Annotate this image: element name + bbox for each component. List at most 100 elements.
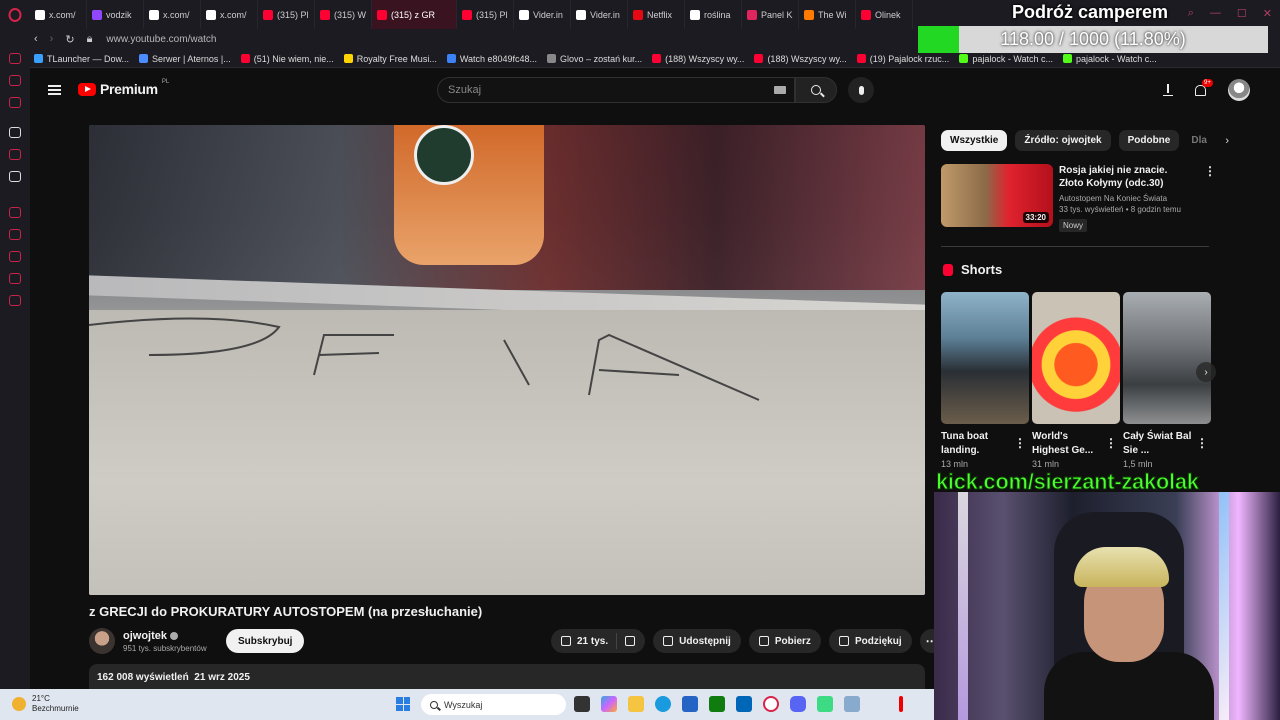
sidebar-player-icon[interactable] [9, 97, 21, 108]
weather-widget[interactable]: 21°C Bezchmurnie [12, 694, 79, 714]
filter-chip[interactable]: Źródło: ojwojtek [1015, 130, 1111, 151]
sidebar-messenger-icon[interactable] [9, 75, 21, 86]
shorts-next-icon[interactable]: › [1196, 362, 1216, 382]
windows-start-icon[interactable] [396, 697, 410, 711]
bookmark-item[interactable]: (51) Nie wiem, nie... [240, 54, 334, 64]
filter-chip[interactable]: Dla [1187, 130, 1209, 151]
back-icon[interactable]: ‹ [34, 33, 38, 46]
keyboard-icon[interactable] [774, 86, 786, 94]
red-app-icon[interactable] [899, 696, 903, 712]
bookmark-item[interactable]: (19) Pajalock rzuc... [856, 54, 949, 64]
minimize-icon[interactable]: — [1210, 7, 1221, 20]
browser-tab[interactable]: x.com/ [144, 0, 201, 29]
youtube-premium-logo[interactable]: Premium PL [78, 79, 169, 97]
short-item[interactable]: Cały Świat Bal Sie ... 1,5 mln ⋮ [1123, 292, 1211, 469]
reload-icon[interactable]: ↻ [65, 33, 74, 46]
bookmark-item[interactable]: (188) Wszyscy wy... [652, 54, 744, 64]
thumbs-down-icon[interactable] [625, 636, 636, 646]
browser-tab[interactable]: Panel K [742, 0, 799, 29]
filter-chip[interactable]: Podobne [1118, 130, 1180, 151]
download-button[interactable]: Pobierz [748, 629, 821, 653]
account-avatar[interactable] [1228, 79, 1250, 101]
file-explorer-icon[interactable] [628, 696, 644, 712]
recommended-menu-icon[interactable]: ⋮ [1204, 164, 1216, 230]
bookmark-item[interactable]: Glovo – zostań kur... [547, 54, 642, 64]
share-button[interactable]: Udostępnij [653, 629, 741, 653]
short-menu-icon[interactable]: ⋮ [1014, 436, 1026, 450]
browser-tab[interactable]: roślina [685, 0, 742, 29]
bookmark-item[interactable]: Watch e8049fc48... [446, 54, 537, 64]
like-count[interactable]: 21 tys. [577, 636, 608, 647]
browser-tab[interactable]: Vider.in [514, 0, 571, 29]
browser-tab[interactable]: vodzik [87, 0, 144, 29]
sidebar-history-icon[interactable] [9, 251, 21, 262]
short-thumbnail[interactable] [1032, 292, 1120, 424]
store-icon[interactable] [682, 696, 698, 712]
browser-tab[interactable]: (315) Pl [258, 0, 315, 29]
chips-next-icon[interactable]: › [1225, 135, 1229, 147]
maximize-icon[interactable]: ☐ [1237, 7, 1247, 20]
browser-tab[interactable]: Vider.in [571, 0, 628, 29]
thumbs-up-icon[interactable] [561, 636, 571, 646]
short-title[interactable]: Tuna boat landing. [941, 430, 1016, 458]
browser-tab[interactable]: The Wi [799, 0, 856, 29]
opera-gx-taskbar-icon[interactable] [763, 696, 779, 712]
recommended-thumbnail[interactable]: 33:20 [941, 164, 1053, 227]
close-icon[interactable]: ✕ [1263, 7, 1272, 20]
short-title[interactable]: World's Highest Ge... [1032, 430, 1107, 458]
vscode-icon[interactable] [736, 696, 752, 712]
browser-tab[interactable]: Olinek [856, 0, 913, 29]
filter-chip[interactable]: Wszystkie [941, 130, 1008, 151]
edge-icon[interactable] [655, 696, 671, 712]
url-field[interactable]: www.youtube.com/watch [106, 34, 216, 45]
browser-tab[interactable]: (315) W [315, 0, 372, 29]
sidebar-speed-dial-icon[interactable] [9, 53, 21, 64]
bookmark-item[interactable]: (188) Wszyscy wy... [754, 54, 847, 64]
search-input[interactable]: Szukaj [437, 77, 795, 103]
thanks-button[interactable]: Podziękuj [828, 629, 912, 653]
short-thumbnail[interactable] [941, 292, 1029, 424]
browser-tab[interactable]: (315) Pl [457, 0, 514, 29]
android-app-icon[interactable] [817, 696, 833, 712]
bookmark-item[interactable]: pajalock - Watch c... [1063, 54, 1157, 64]
discord-icon[interactable] [790, 696, 806, 712]
notifications-bell-icon[interactable]: 9+ [1195, 78, 1213, 96]
voice-search-button[interactable] [848, 77, 874, 103]
window-app-icon[interactable] [844, 696, 860, 712]
bookmark-item[interactable]: Serwer | Aternos |... [139, 54, 231, 64]
short-item[interactable]: World's Highest Ge... 31 mln ⋮ [1032, 292, 1120, 469]
sidebar-box-icon[interactable] [9, 229, 21, 240]
sidebar-twitch-icon[interactable] [9, 149, 21, 160]
search-button[interactable] [795, 77, 837, 103]
forward-icon[interactable]: › [50, 33, 54, 46]
browser-tab[interactable]: Netflix [628, 0, 685, 29]
browser-tab[interactable]: x.com/ [30, 0, 87, 29]
short-menu-icon[interactable]: ⋮ [1196, 436, 1208, 450]
short-thumbnail[interactable] [1123, 292, 1211, 424]
bookmark-item[interactable]: pajalock - Watch c... [959, 54, 1053, 64]
video-player[interactable] [89, 125, 925, 595]
sidebar-extensions-icon[interactable] [9, 273, 21, 284]
subscribe-button[interactable]: Subskrybuj [226, 629, 305, 653]
sidebar-clock-icon[interactable] [9, 207, 21, 218]
browser-tab[interactable]: (315) z GR [372, 0, 457, 29]
browser-tab[interactable]: x.com/ [201, 0, 258, 29]
task-view-icon[interactable] [574, 696, 590, 712]
short-item[interactable]: Tuna boat landing. 13 mln ⋮ [941, 292, 1029, 469]
copilot-icon[interactable] [601, 696, 617, 712]
sidebar-kick-icon[interactable] [9, 127, 21, 138]
create-upload-icon[interactable] [1163, 84, 1173, 96]
search-tabs-icon[interactable]: ⌕ [1188, 7, 1194, 20]
short-menu-icon[interactable]: ⋮ [1105, 436, 1117, 450]
bookmark-item[interactable]: Royalty Free Musi... [343, 54, 437, 64]
short-title[interactable]: Cały Świat Bal Sie ... [1123, 430, 1198, 458]
recommended-video[interactable]: 33:20 Rosja jakiej nie znacie. Złoto Koł… [941, 164, 1216, 232]
channel-name[interactable]: ojwojtek [123, 630, 167, 642]
sidebar-x-icon[interactable] [9, 171, 21, 182]
recommended-title[interactable]: Rosja jakiej nie znacie. Złoto Kołymy (o… [1059, 164, 1194, 190]
description-box[interactable]: 162 008 wyświetleń 21 wrz 2025 [89, 664, 925, 690]
sidebar-settings-icon[interactable] [9, 295, 21, 306]
channel-name-row[interactable]: ojwojtek [123, 630, 207, 642]
xbox-icon[interactable] [709, 696, 725, 712]
channel-avatar[interactable] [89, 628, 115, 654]
